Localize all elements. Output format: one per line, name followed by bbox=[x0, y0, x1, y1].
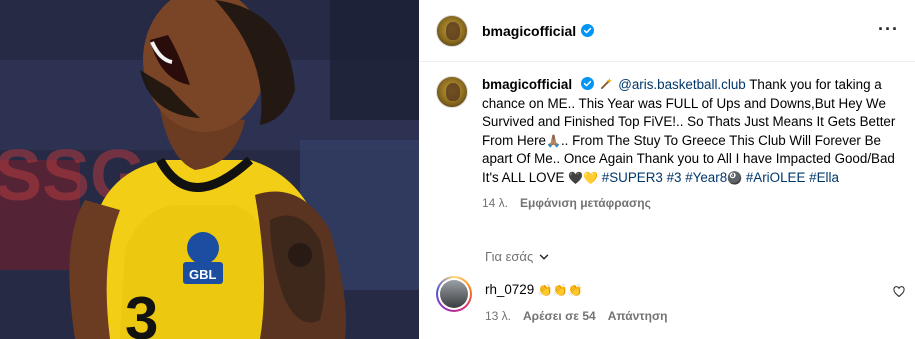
hashtag-ella[interactable]: #Ella bbox=[809, 170, 839, 185]
player-illustration: SSG 3 GBL bbox=[0, 0, 419, 339]
author-avatar[interactable] bbox=[436, 14, 468, 47]
post-side-panel: bmagicofficial ··· bmagicofficial @aris.… bbox=[419, 0, 915, 339]
hashtag-3[interactable]: #3 bbox=[667, 170, 682, 185]
chevron-down-icon bbox=[540, 254, 549, 259]
for-you-section[interactable]: Για εσάς bbox=[485, 249, 549, 264]
commenter-username[interactable]: rh_0729 bbox=[485, 282, 534, 297]
hearts-emoji: 🖤💛 bbox=[568, 170, 599, 185]
caption-meta: 14 λ. Εμφάνιση μετάφρασης bbox=[482, 196, 906, 210]
comment-likes-button[interactable]: Αρέσει σε 54 bbox=[523, 309, 596, 323]
caption-time: 14 λ. bbox=[482, 196, 509, 210]
comment-text: rh_0729 👏👏👏 bbox=[485, 282, 667, 297]
comment-meta: 13 λ. Αρέσει σε 54 Απάντηση bbox=[485, 309, 667, 323]
svg-text:3: 3 bbox=[125, 285, 158, 339]
caption-text: bmagicofficial @aris.basketball.club Tha… bbox=[482, 76, 906, 187]
comment-item: rh_0729 👏👏👏 13 λ. Αρέσει σε 54 Απάντηση bbox=[436, 276, 906, 323]
post-image[interactable]: SSG 3 GBL bbox=[0, 0, 419, 339]
caption-username[interactable]: bmagicofficial bbox=[482, 77, 572, 92]
hashtag-year8[interactable]: #Year8 bbox=[685, 170, 727, 185]
author-username[interactable]: bmagicofficial bbox=[482, 23, 576, 39]
post-caption: bmagicofficial @aris.basketball.club Tha… bbox=[436, 76, 906, 210]
see-translation-button[interactable]: Εμφάνιση μετάφρασης bbox=[520, 196, 651, 210]
more-options-icon[interactable]: ··· bbox=[878, 20, 899, 38]
verified-badge-icon bbox=[581, 24, 595, 37]
hashtag-super3[interactable]: #SUPER3 bbox=[602, 170, 663, 185]
pray-emoji: 🙏🏽 bbox=[546, 133, 561, 148]
for-you-label: Για εσάς bbox=[485, 249, 534, 264]
comment-time: 13 λ. bbox=[485, 309, 512, 323]
magic-wand-icon bbox=[600, 77, 612, 90]
verified-badge-icon bbox=[580, 77, 594, 90]
caption-author-avatar[interactable] bbox=[436, 76, 468, 108]
commenter-avatar[interactable] bbox=[436, 276, 472, 312]
svg-text:GBL: GBL bbox=[189, 267, 217, 282]
eight-ball-emoji: 🎱 bbox=[727, 170, 743, 185]
mention-link[interactable]: @aris.basketball.club bbox=[618, 77, 745, 92]
reply-button[interactable]: Απάντηση bbox=[608, 309, 668, 323]
like-comment-heart-icon[interactable] bbox=[893, 286, 905, 298]
post-header: bmagicofficial ··· bbox=[419, 0, 915, 62]
clap-emoji: 👏👏👏 bbox=[537, 283, 583, 297]
hashtag-ariolee[interactable]: #AriOLEE bbox=[746, 170, 806, 185]
